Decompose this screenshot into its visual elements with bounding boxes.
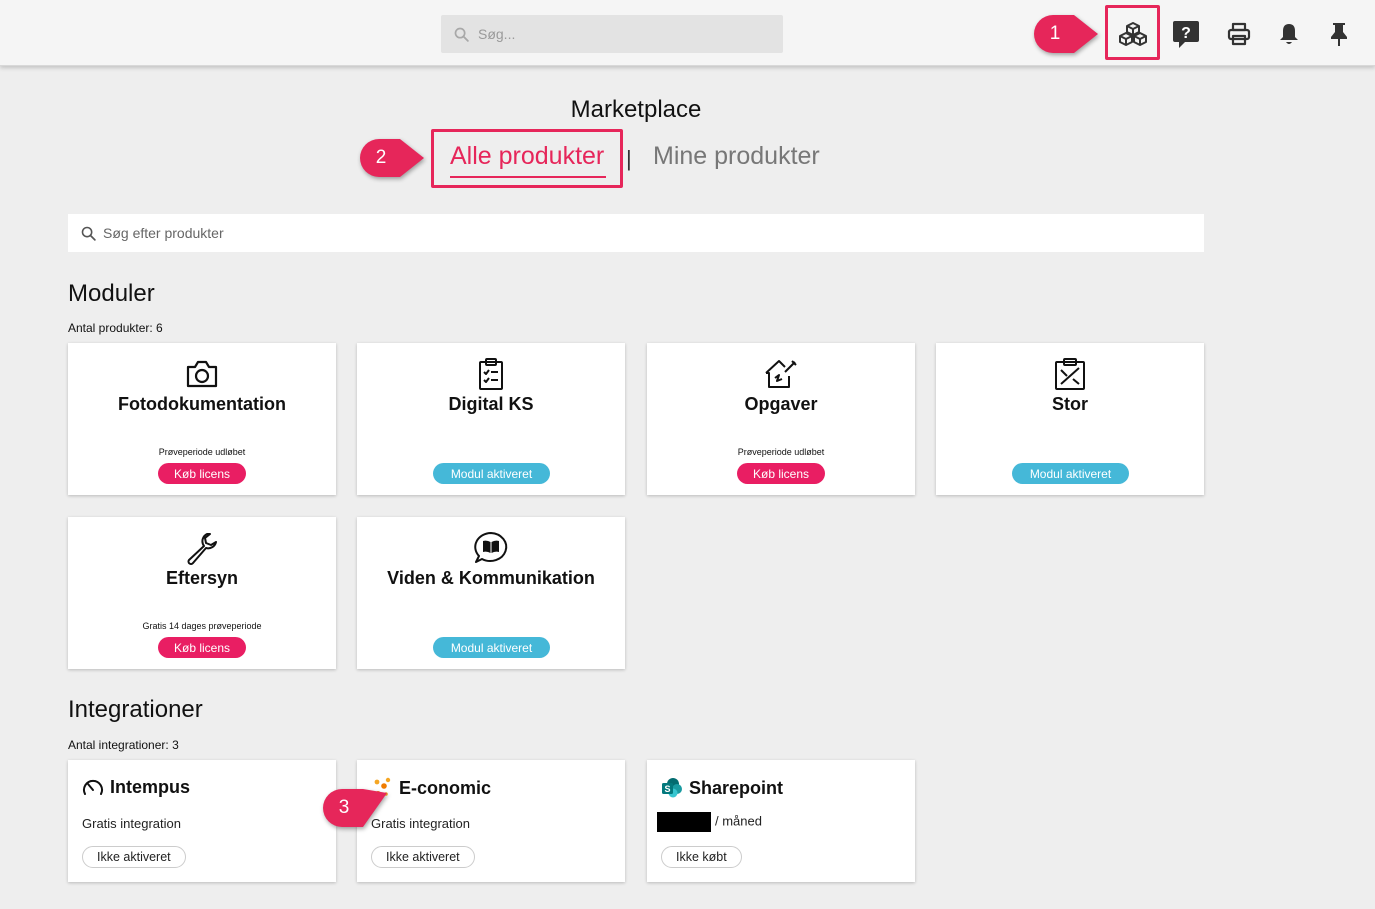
integration-status-badge[interactable]: Ikke aktiveret xyxy=(371,846,475,868)
pin-icon xyxy=(1331,23,1347,46)
module-card-fotodokumentation[interactable]: Fotodokumentation Prøveperiode udløbet K… xyxy=(68,343,336,495)
module-name: Digital KS xyxy=(448,394,534,414)
callout-1-label: 1 xyxy=(1049,23,1061,44)
print-button[interactable] xyxy=(1219,14,1259,54)
bell-icon xyxy=(1280,24,1298,44)
modules-count: Antal produkter: 6 xyxy=(68,321,163,335)
callout-3-label: 3 xyxy=(338,797,350,818)
integration-name: Sharepoint xyxy=(689,777,784,798)
integration-name: Intempus xyxy=(110,777,191,797)
svg-text:S: S xyxy=(664,784,670,794)
global-search-placeholder: Søg... xyxy=(478,26,516,42)
callout-2-label: 2 xyxy=(375,147,387,168)
module-name: Eftersyn xyxy=(165,568,239,588)
buy-license-button[interactable]: Køb licens xyxy=(158,463,246,484)
module-activated-button[interactable]: Modul aktiveret xyxy=(1012,463,1129,484)
house-tools-icon xyxy=(765,360,797,388)
global-search-input[interactable]: Søg... xyxy=(441,15,783,53)
integrations-count: Antal integrationer: 3 xyxy=(68,738,179,752)
callout-2: 2 xyxy=(360,139,424,177)
integration-status-badge[interactable]: Ikke aktiveret xyxy=(82,846,186,868)
module-status: Prøveperiode udløbet xyxy=(737,447,825,457)
integration-card-e-conomic[interactable]: E-conomic Gratis integration Ikke aktive… xyxy=(357,760,625,882)
integration-name: E-conomic xyxy=(399,777,492,798)
all-products-highlight-box xyxy=(431,129,623,188)
product-search-input[interactable]: Søg efter produkter xyxy=(68,214,1204,252)
integration-subtitle: / måned xyxy=(715,813,762,829)
integration-price: / måned xyxy=(657,812,762,832)
camera-icon xyxy=(186,360,218,388)
page-title: Marketplace xyxy=(570,96,702,123)
integration-card-sharepoint[interactable]: S Sharepoint / måned Ikke købt xyxy=(647,760,915,882)
modules-section-title: Moduler xyxy=(68,280,155,307)
clipboard-tools-icon xyxy=(1055,358,1085,390)
top-bar: Søg... ? xyxy=(0,0,1375,66)
help-button[interactable]: ? xyxy=(1166,14,1206,54)
clipboard-check-icon xyxy=(479,358,503,390)
module-card-opgaver[interactable]: Opgaver Prøveperiode udløbet Køb licens xyxy=(647,343,915,495)
module-status: Gratis 14 dages prøveperiode xyxy=(142,621,262,631)
tab-separator: | xyxy=(626,146,632,171)
module-name: Viden & Kommunikation xyxy=(387,568,595,588)
search-icon xyxy=(454,27,469,42)
chat-book-icon xyxy=(474,532,508,563)
product-search-placeholder: Søg efter produkter xyxy=(103,225,224,241)
redacted-price xyxy=(657,812,711,832)
wrench-icon xyxy=(187,533,217,565)
module-name: Stor xyxy=(1052,394,1088,414)
module-card-stor[interactable]: Stor Modul aktiveret xyxy=(936,343,1204,495)
callout-1: 1 xyxy=(1034,15,1098,53)
integration-subtitle: Gratis integration xyxy=(82,816,181,831)
module-card-eftersyn[interactable]: Eftersyn Gratis 14 dages prøveperiode Kø… xyxy=(68,517,336,669)
module-card-viden-kommunikation[interactable]: Viden & Kommunikation Modul aktiveret xyxy=(357,517,625,669)
module-card-digital-ks[interactable]: Digital KS Modul aktiveret xyxy=(357,343,625,495)
sharepoint-logo-icon: S xyxy=(662,778,682,798)
help-icon: ? xyxy=(1173,21,1199,48)
notifications-button[interactable] xyxy=(1269,14,1309,54)
search-icon xyxy=(81,226,96,241)
module-activated-button[interactable]: Modul aktiveret xyxy=(433,637,550,658)
integration-status-badge[interactable]: Ikke købt xyxy=(661,846,742,868)
integrations-section-title: Integrationer xyxy=(68,696,203,723)
buy-license-button[interactable]: Køb licens xyxy=(158,637,246,658)
marketplace-highlight-box xyxy=(1105,5,1160,60)
module-status: Prøveperiode udløbet xyxy=(158,447,246,457)
tab-my-products[interactable]: Mine produkter xyxy=(653,142,820,171)
buy-license-button[interactable]: Køb licens xyxy=(737,463,825,484)
module-activated-button[interactable]: Modul aktiveret xyxy=(433,463,550,484)
module-name: Opgaver xyxy=(744,394,818,414)
print-icon xyxy=(1227,22,1251,46)
integration-card-intempus[interactable]: Intempus Gratis integration Ikke aktiver… xyxy=(68,760,336,882)
pin-button[interactable] xyxy=(1319,14,1359,54)
callout-3: 3 xyxy=(323,789,387,827)
svg-text:?: ? xyxy=(1181,25,1191,42)
speedometer-icon xyxy=(83,779,103,795)
module-name: Fotodokumentation xyxy=(118,394,286,414)
